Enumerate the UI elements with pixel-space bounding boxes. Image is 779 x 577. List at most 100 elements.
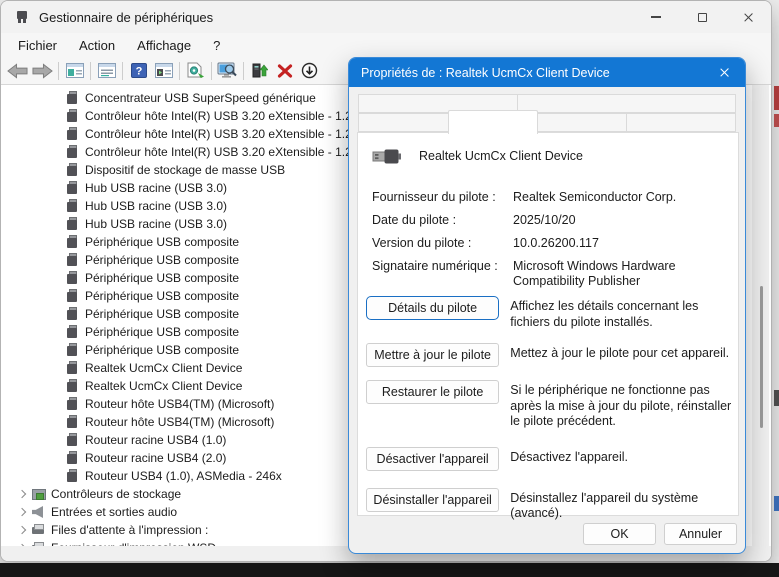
tree-item-label: Files d'attente à l'impression : <box>51 523 208 537</box>
usb-icon <box>66 253 78 267</box>
disable-device-button[interactable]: Désactiver l'appareil <box>366 447 499 471</box>
chevron-right-icon[interactable] <box>16 487 30 501</box>
driver-field: Date du pilote : 2025/10/20 <box>372 213 730 228</box>
chevron-right-icon[interactable] <box>16 523 30 537</box>
search-computer-icon <box>217 62 238 79</box>
dialog-close-button[interactable] <box>703 58 745 87</box>
update-driver-button[interactable] <box>247 59 272 83</box>
update-driver-button[interactable]: Mettre à jour le pilote <box>366 343 499 367</box>
tree-item-label: Routeur racine USB4 (2.0) <box>85 451 226 465</box>
audio-icon <box>32 505 44 519</box>
driver-field: Signataire numérique : Microsoft Windows… <box>372 259 730 289</box>
menu-item[interactable]: Action <box>68 35 126 56</box>
update-driver-icon <box>251 62 268 79</box>
forward-button[interactable] <box>30 59 55 83</box>
minimize-button[interactable] <box>633 1 679 33</box>
driver-field: Version du pilote : 10.0.26200.117 <box>372 236 730 251</box>
driver-action-row: Désactiver l'appareil Désactivez l'appar… <box>366 447 732 471</box>
menu-item[interactable]: Affichage <box>126 35 202 56</box>
field-label: Date du pilote : <box>372 213 513 228</box>
tab-general[interactable] <box>358 113 449 132</box>
usb-icon <box>66 91 78 105</box>
chevron-right-icon[interactable] <box>16 505 30 519</box>
printer-icon <box>32 523 44 537</box>
usb-icon <box>66 379 78 393</box>
driver-fields: Fournisseur du pilote : Realtek Semicond… <box>372 190 730 297</box>
driver-tab-content: Realtek UcmCx Client Device Fournisseur … <box>357 132 739 516</box>
usb-icon <box>66 397 78 411</box>
properties-button[interactable] <box>94 59 119 83</box>
window-titlebar: Gestionnaire de périphériques <box>1 1 771 33</box>
help-icon: ? <box>131 63 147 78</box>
tab-gestion-alimentation[interactable] <box>517 94 736 113</box>
tree-item-label: Hub USB racine (USB 3.0) <box>85 199 227 213</box>
tree-item-label: Hub USB racine (USB 3.0) <box>85 217 227 231</box>
scan-hardware-changes-icon <box>186 62 205 79</box>
desktop-background <box>0 563 779 577</box>
uninstall-device-button[interactable] <box>272 59 297 83</box>
toolbar-separator <box>211 62 212 80</box>
scrollbar-thumb[interactable] <box>760 286 763 428</box>
usb-icon <box>66 145 78 159</box>
usb-icon <box>66 289 78 303</box>
field-value: 10.0.26200.117 <box>513 236 730 251</box>
maximize-button[interactable] <box>679 1 725 33</box>
close-icon <box>719 67 730 78</box>
device-manager-app-icon <box>15 10 29 24</box>
background-fragment <box>774 114 779 127</box>
tab-row-front <box>358 113 736 132</box>
usb-icon <box>66 469 78 483</box>
menu-item[interactable]: ? <box>202 35 231 56</box>
driver-action-row: Détails du pilote Affichez les détails c… <box>366 296 732 330</box>
tab-row-back <box>358 94 736 113</box>
tree-item-label: Entrées et sorties audio <box>51 505 177 519</box>
tree-scrollbar[interactable] <box>752 85 769 546</box>
ok-button[interactable]: OK <box>583 523 656 545</box>
driver-details-button[interactable]: Détails du pilote <box>366 296 499 320</box>
usb-icon <box>66 415 78 429</box>
device-header: Realtek UcmCx Client Device <box>372 145 583 167</box>
action-pane-button[interactable] <box>151 59 176 83</box>
close-button[interactable] <box>725 1 771 33</box>
driver-action-row: Restaurer le pilote Si le périphérique n… <box>366 380 732 430</box>
usb-icon <box>66 163 78 177</box>
dialog-footer: OK Annuler <box>349 515 745 553</box>
tab-pilote[interactable] <box>448 110 538 134</box>
menu-item[interactable]: Fichier <box>7 35 68 56</box>
field-value: 2025/10/20 <box>513 213 730 228</box>
action-pane-icon <box>155 63 173 78</box>
toolbar-separator <box>243 62 244 80</box>
tree-item-label: Périphérique USB composite <box>85 235 239 249</box>
help-button[interactable]: ? <box>126 59 151 83</box>
tree-item-label: Périphérique USB composite <box>85 325 239 339</box>
field-value: Microsoft Windows Hardware Compatibility… <box>513 259 730 289</box>
tree-item-label: Routeur USB4 (1.0), ASMedia - 246x <box>85 469 282 483</box>
roll-back-driver-button[interactable]: Restaurer le pilote <box>366 380 499 404</box>
uninstall-device-button[interactable]: Désinstaller l'appareil <box>366 488 499 512</box>
usb-icon <box>66 217 78 231</box>
tab-details[interactable] <box>537 113 627 132</box>
tree-item-label: Contrôleur hôte Intel(R) USB 3.20 eXtens… <box>85 109 358 123</box>
dialog-title: Propriétés de : Realtek UcmCx Client Dev… <box>361 66 610 80</box>
tree-item-label: Périphérique USB composite <box>85 289 239 303</box>
back-button[interactable] <box>5 59 30 83</box>
close-icon <box>743 12 754 23</box>
toolbar-separator <box>90 62 91 80</box>
tab-evenements[interactable] <box>626 113 736 132</box>
driver-action-row: Mettre à jour le pilote Mettez à jour le… <box>366 343 732 367</box>
background-fragment <box>774 86 779 110</box>
tree-item-label: Contrôleur hôte Intel(R) USB 3.20 eXtens… <box>85 127 358 141</box>
tree-item-label: Routeur hôte USB4(TM) (Microsoft) <box>85 397 274 411</box>
search-computer-button[interactable] <box>215 59 240 83</box>
scan-hardware-changes-button[interactable] <box>183 59 208 83</box>
usb-icon <box>66 361 78 375</box>
disable-device-button[interactable] <box>297 59 322 83</box>
cancel-button[interactable]: Annuler <box>664 523 737 545</box>
forward-icon <box>32 63 53 79</box>
tree-item-label: Hub USB racine (USB 3.0) <box>85 181 227 195</box>
show-console-tree-button[interactable] <box>62 59 87 83</box>
usb-device-icon <box>372 145 402 167</box>
driver-action-description: Mettez à jour le pilote pour cet apparei… <box>510 343 732 362</box>
tree-item-label: Périphérique USB composite <box>85 343 239 357</box>
driver-actions: Détails du pilote Affichez les détails c… <box>366 296 732 535</box>
